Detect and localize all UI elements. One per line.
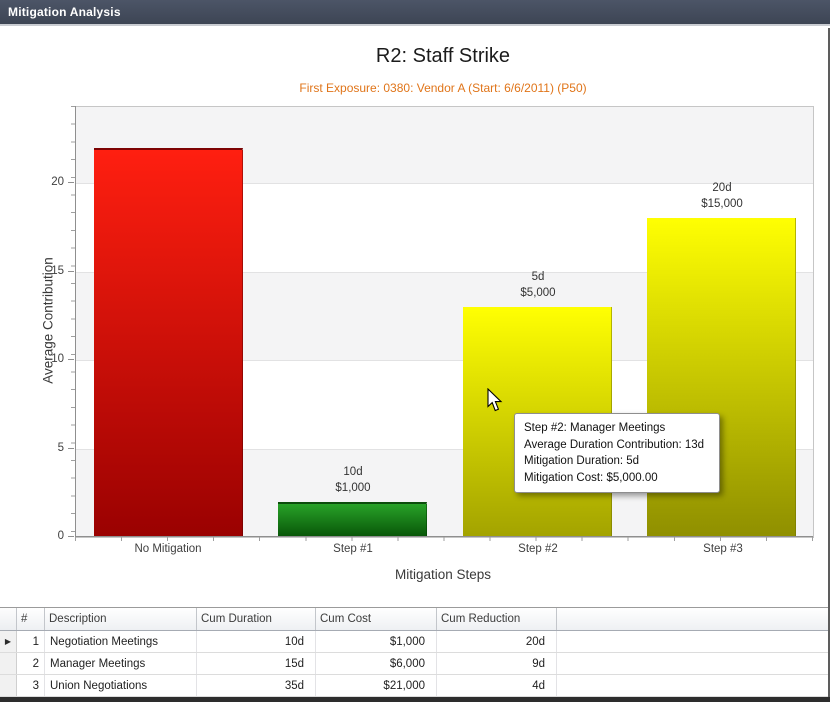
mitigation-analysis-window: Mitigation Analysis R2: Staff Strike Fir… (0, 0, 830, 702)
window-titlebar[interactable]: Mitigation Analysis (0, 0, 830, 26)
chart-tooltip: Step #2: Manager Meetings Average Durati… (514, 413, 720, 493)
tooltip-line: Step #2: Manager Meetings (524, 420, 710, 437)
mitigation-steps-table: # Description Cum Duration Cum Cost Cum … (0, 607, 828, 697)
cell-cum-cost: $1,000 (316, 631, 437, 652)
header-num[interactable]: # (17, 608, 45, 630)
annotation-duration: 20d (647, 180, 797, 196)
x-category-label: Step #1 (273, 543, 433, 555)
x-category-label: Step #3 (643, 543, 803, 555)
cell-description: Manager Meetings (45, 653, 197, 674)
mouse-cursor-icon (487, 388, 504, 413)
header-cum-reduction[interactable]: Cum Reduction (437, 608, 557, 630)
cell-description: Negotiation Meetings (45, 631, 197, 652)
cell-num: 3 (17, 675, 45, 696)
tooltip-line: Average Duration Contribution: 13d (524, 437, 710, 454)
y-axis-line (75, 106, 76, 537)
header-filler (557, 608, 828, 630)
header-row-selector[interactable] (0, 608, 17, 630)
row-selector[interactable] (0, 653, 17, 674)
cell-filler (557, 675, 828, 696)
y-tick-label: 10 (40, 351, 64, 367)
y-axis: 20 15 10 5 0 (40, 106, 74, 537)
cell-num: 2 (17, 653, 45, 674)
window-title: Mitigation Analysis (0, 5, 121, 19)
y-tick-label: 0 (40, 528, 64, 544)
y-tick-label: 20 (40, 174, 64, 190)
cell-cum-reduction: 9d (437, 653, 557, 674)
cell-cum-duration: 35d (197, 675, 316, 696)
table-row[interactable]: 2 Manager Meetings 15d $6,000 9d (0, 653, 828, 675)
chart-subtitle: First Exposure: 0380: Vendor A (Start: 6… (0, 81, 830, 95)
tooltip-line: Mitigation Cost: $5,000.00 (524, 470, 710, 487)
y-tick-label: 5 (40, 440, 64, 456)
x-category-label: Step #2 (458, 543, 618, 555)
cell-cum-duration: 10d (197, 631, 316, 652)
cell-cum-reduction: 4d (437, 675, 557, 696)
table-header-row: # Description Cum Duration Cum Cost Cum … (0, 608, 828, 631)
table-row[interactable]: 3 Union Negotiations 35d $21,000 4d (0, 675, 828, 697)
header-description[interactable]: Description (45, 608, 197, 630)
annotation-cost: $5,000 (463, 285, 613, 301)
bar-annotation-step-1: 10d $1,000 (278, 464, 428, 496)
cell-num: 1 (17, 631, 45, 652)
cell-cum-cost: $6,000 (316, 653, 437, 674)
x-category-label: No Mitigation (88, 543, 248, 555)
table-row[interactable]: ▶ 1 Negotiation Meetings 10d $1,000 20d (0, 631, 828, 653)
row-selector-indicator[interactable]: ▶ (0, 631, 17, 652)
cell-cum-duration: 15d (197, 653, 316, 674)
row-selector[interactable] (0, 675, 17, 696)
cell-cum-cost: $21,000 (316, 675, 437, 696)
annotation-cost: $1,000 (278, 480, 428, 496)
y-major-tick (68, 536, 74, 537)
chart-title: R2: Staff Strike (0, 45, 830, 68)
bar-no-mitigation[interactable] (94, 148, 243, 537)
bar-annotation-step-2: 5d $5,000 (463, 269, 613, 301)
x-axis-title: Mitigation Steps (0, 567, 830, 582)
x-minor-ticks (75, 537, 813, 541)
tooltip-line: Mitigation Duration: 5d (524, 453, 710, 470)
header-cum-cost[interactable]: Cum Cost (316, 608, 437, 630)
cell-filler (557, 653, 828, 674)
header-cum-duration[interactable]: Cum Duration (197, 608, 316, 630)
cell-description: Union Negotiations (45, 675, 197, 696)
annotation-cost: $15,000 (647, 196, 797, 212)
bar-annotation-step-3: 20d $15,000 (647, 180, 797, 212)
annotation-duration: 10d (278, 464, 428, 480)
bar-step-1[interactable] (278, 502, 427, 537)
window-bottom-edge (0, 697, 830, 702)
cell-cum-reduction: 20d (437, 631, 557, 652)
y-tick-label: 15 (40, 263, 64, 279)
cell-filler (557, 631, 828, 652)
annotation-duration: 5d (463, 269, 613, 285)
